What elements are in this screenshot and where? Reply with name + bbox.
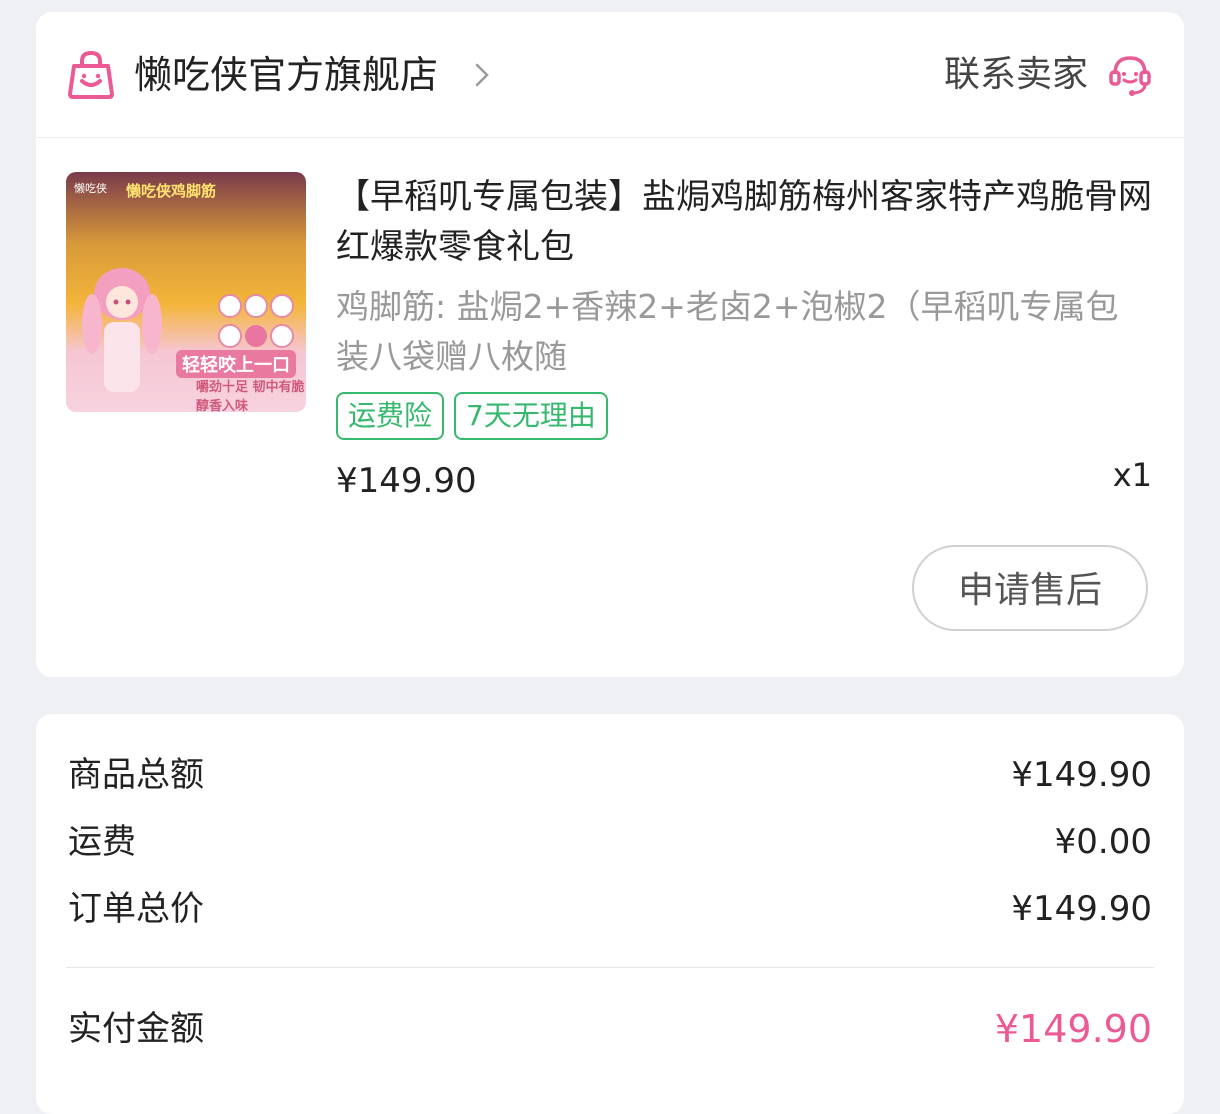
product-image-slogan: 轻轻咬上一口 bbox=[176, 350, 296, 378]
order-total-label: 订单总价 bbox=[68, 889, 204, 929]
shipping-label: 运费 bbox=[68, 822, 136, 862]
after-sale-button[interactable]: 申请售后 bbox=[912, 545, 1148, 631]
product-price: ¥149.90 bbox=[336, 461, 477, 501]
paid-amount-row: 实付金额 ¥149.90 bbox=[68, 1004, 1152, 1054]
divider bbox=[66, 967, 1154, 968]
tag-seven-day-return: 7天无理由 bbox=[454, 392, 608, 440]
tag-shipping-insurance: 运费险 bbox=[336, 392, 445, 440]
store-name[interactable]: 懒吃侠官方旗舰店 bbox=[134, 50, 438, 100]
price-summary-card: 商品总额 ¥149.90 运费 ¥0.00 订单总价 ¥149.90 实付金额 … bbox=[36, 714, 1184, 1114]
items-total-row: 商品总额 ¥149.90 bbox=[68, 750, 1152, 800]
product-title[interactable]: 【早稻叽专属包装】盐焗鸡脚筋梅州客家特产鸡脆骨网红爆款零食礼包 bbox=[336, 172, 1156, 272]
shipping-value: ¥0.00 bbox=[1054, 822, 1152, 862]
order-item-card: 懒吃侠官方旗舰店 联系卖家 懒吃侠 懒吃侠鸡脚筋 轻轻咬上一口 嚼劲十足 韧中有… bbox=[36, 12, 1184, 677]
customer-service-icon[interactable] bbox=[1108, 52, 1152, 98]
product-image[interactable]: 懒吃侠 懒吃侠鸡脚筋 轻轻咬上一口 嚼劲十足 韧中有脆 醇香入味 bbox=[66, 172, 306, 412]
chevron-right-icon bbox=[475, 63, 489, 87]
contact-seller-link[interactable]: 联系卖家 bbox=[944, 50, 1088, 100]
product-image-foot: 嚼劲十足 韧中有脆 醇香入味 bbox=[196, 380, 305, 412]
items-total-value: ¥149.90 bbox=[1011, 755, 1152, 795]
product-image-brand: 懒吃侠 bbox=[74, 182, 107, 195]
shipping-row: 运费 ¥0.00 bbox=[68, 817, 1152, 867]
order-total-row: 订单总价 ¥149.90 bbox=[68, 884, 1152, 934]
badge-collection-illustration bbox=[218, 294, 294, 348]
shopping-bag-icon bbox=[68, 50, 114, 99]
service-tags: 运费险 7天无理由 bbox=[336, 392, 618, 442]
items-total-label: 商品总额 bbox=[68, 755, 204, 795]
store-header[interactable]: 懒吃侠官方旗舰店 联系卖家 bbox=[36, 12, 1184, 138]
paid-amount-value: ¥149.90 bbox=[994, 1007, 1152, 1051]
paid-amount-label: 实付金额 bbox=[68, 1009, 204, 1049]
order-total-value: ¥149.90 bbox=[1011, 889, 1152, 929]
product-image-headline: 懒吃侠鸡脚筋 bbox=[126, 182, 217, 200]
product-spec: 鸡脚筋: 盐焗2+香辣2+老卤2+泡椒2（早稻叽专属包装八袋赠八枚随 bbox=[336, 287, 1119, 376]
mascot-illustration bbox=[82, 268, 162, 392]
product-quantity: x1 bbox=[1112, 456, 1152, 494]
